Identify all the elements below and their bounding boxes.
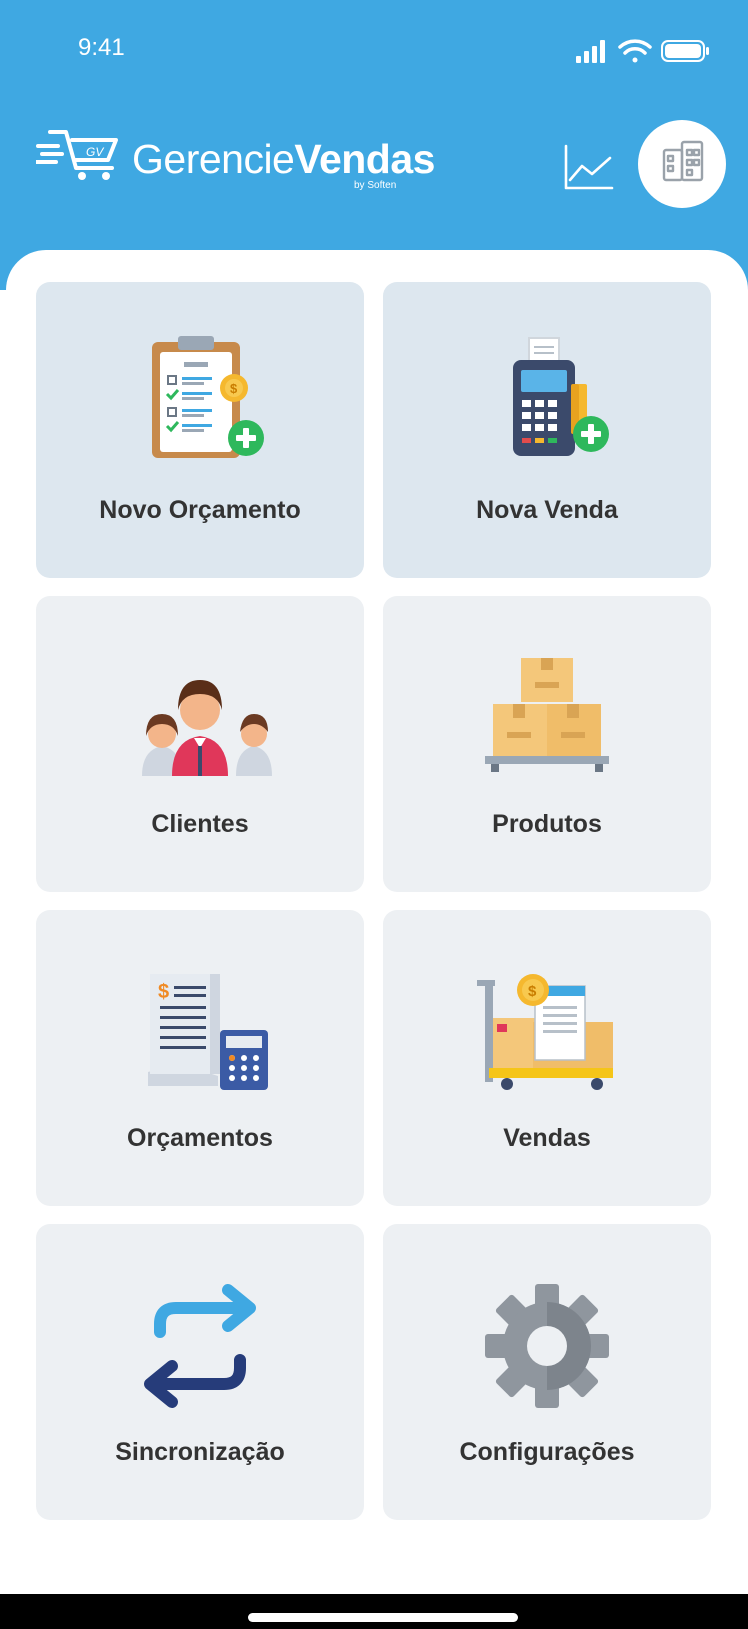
tile-label: Vendas bbox=[503, 1124, 591, 1152]
app-header: 9:41 GV GerencieVendas by Soften bbox=[0, 0, 748, 290]
svg-text:$: $ bbox=[528, 983, 537, 1000]
menu-tile-produtos[interactable]: Produtos bbox=[383, 596, 711, 892]
tile-label: Clientes bbox=[151, 810, 249, 838]
battery-icon bbox=[661, 40, 709, 62]
tile-label: Sincronização bbox=[115, 1438, 285, 1466]
tile-label: Novo Orçamento bbox=[99, 496, 301, 524]
menu-tile-sincronizacao[interactable]: Sincronização bbox=[36, 1224, 364, 1520]
line-chart-icon[interactable] bbox=[560, 140, 616, 196]
tile-label: Nova Venda bbox=[476, 496, 618, 524]
menu-tile-clientes[interactable]: Clientes bbox=[36, 596, 364, 892]
status-time: 9:41 bbox=[78, 34, 125, 61]
boxes-icon bbox=[485, 658, 609, 772]
menu-tile-vendas[interactable]: $ Vendas bbox=[383, 910, 711, 1206]
menu-tile-orcamentos[interactable]: $ Orçamentos bbox=[36, 910, 364, 1206]
svg-text:$: $ bbox=[230, 381, 238, 396]
cart-logo-icon: GV bbox=[36, 130, 118, 180]
svg-text:$: $ bbox=[158, 981, 169, 1003]
menu-grid: $ Novo Orçamento Nova Venda Clientes Pro… bbox=[6, 250, 748, 1594]
avatar[interactable] bbox=[638, 120, 726, 208]
status-icons bbox=[576, 39, 709, 63]
signal-icon bbox=[576, 40, 605, 63]
cart-invoice-icon: $ bbox=[477, 974, 613, 1090]
menu-tile-configuracoes[interactable]: Configurações bbox=[383, 1224, 711, 1520]
building-icon bbox=[662, 140, 704, 182]
sync-arrows-icon bbox=[144, 1284, 256, 1408]
tile-label: Produtos bbox=[492, 810, 602, 838]
menu-tile-nova-venda[interactable]: Nova Venda bbox=[383, 282, 711, 578]
home-bar bbox=[0, 1594, 748, 1629]
home-indicator[interactable] bbox=[248, 1613, 518, 1622]
tile-label: Configurações bbox=[459, 1438, 635, 1466]
document-calculator-icon: $ bbox=[148, 974, 268, 1090]
clipboard-add-icon: $ bbox=[152, 336, 264, 458]
gear-icon bbox=[485, 1284, 609, 1408]
brand-name: GerencieVendas bbox=[132, 136, 435, 182]
brand-subtitle: by Soften bbox=[354, 180, 397, 191]
wifi-icon bbox=[618, 39, 652, 63]
app-logo: GV GerencieVendas by Soften bbox=[36, 124, 435, 198]
card-terminal-add-icon bbox=[513, 337, 609, 456]
tile-label: Orçamentos bbox=[127, 1124, 273, 1152]
people-icon bbox=[142, 680, 272, 776]
menu-tile-novo-orcamento[interactable]: $ Novo Orçamento bbox=[36, 282, 364, 578]
svg-text:GV: GV bbox=[86, 145, 104, 159]
